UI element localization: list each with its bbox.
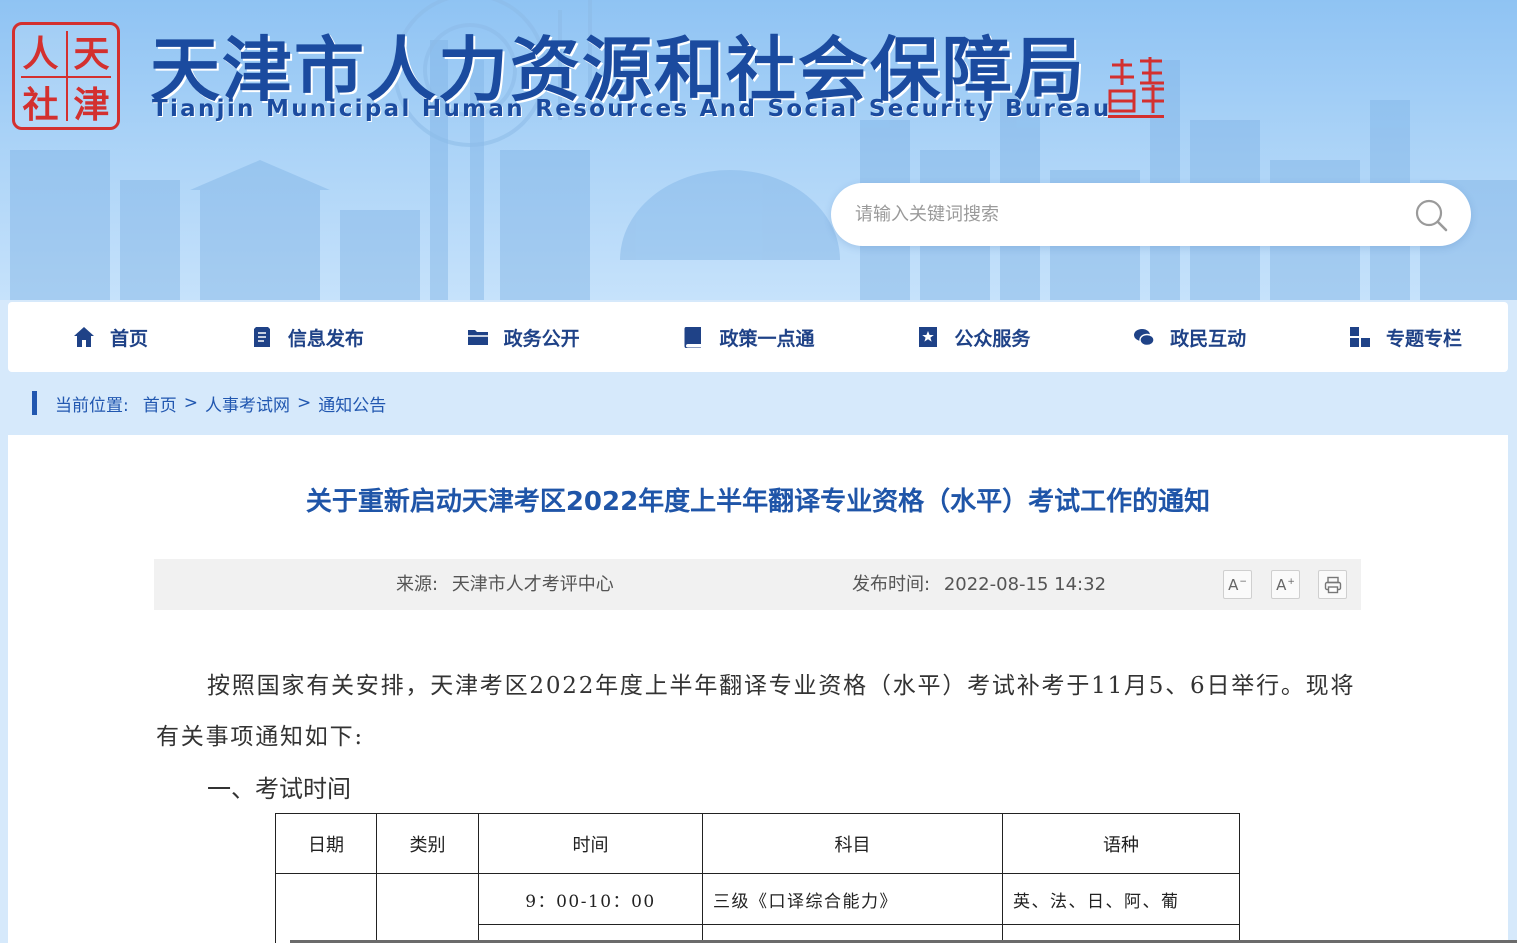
nav-item-label: 信息发布 <box>287 327 364 350</box>
breadcrumb: 当前位置: 首页 > 人事考试网 > 通知公告 <box>32 390 386 416</box>
table-header-category: 类别 <box>376 813 479 874</box>
table-header-time: 时间 <box>478 813 703 874</box>
breadcrumb-label: 当前位置: <box>55 395 129 416</box>
main-nav: 首页 信息发布 政务公开 政策一点通 公众服务 政民互动 专题专栏 <box>8 302 1508 372</box>
home-icon <box>74 327 94 347</box>
nav-item-home[interactable]: 首页 <box>72 324 148 351</box>
print-icon <box>1324 576 1341 593</box>
article-title: 关于重新启动天津考区2022年度上半年翻译专业资格（水平）考试工作的通知 <box>305 487 1211 517</box>
nav-item-label: 公众服务 <box>954 327 1031 350</box>
print-button[interactable] <box>1318 570 1347 599</box>
article-meta-bar: 来源: 天津市人才考评中心 发布时间: 2022-08-15 14:32 A− … <box>154 559 1361 610</box>
breadcrumb-separator: > <box>296 393 312 413</box>
publish-time-value: 2022-08-15 14:32 <box>943 574 1107 595</box>
nav-item-special-topics[interactable]: 专题专栏 <box>1348 324 1462 351</box>
nav-item-news[interactable]: 信息发布 <box>250 324 364 351</box>
article-publish-time: 发布时间: 2022-08-15 14:32 <box>852 559 1106 610</box>
font-decrease-icon: A− <box>1228 575 1247 594</box>
exam-schedule-table: 日期 类别 时间 科目 语种 9：00-10：00 三级《口译综合能力》 英、法… <box>275 813 1240 943</box>
table-header-language: 语种 <box>1002 813 1240 874</box>
article-panel: 关于重新启动天津考区2022年度上半年翻译专业资格（水平）考试工作的通知 来源:… <box>8 435 1508 943</box>
nav-item-label: 政民互动 <box>1170 327 1247 350</box>
table-row: 9：00-10：00 三级《口译综合能力》 英、法、日、阿、葡 <box>275 873 1240 943</box>
font-increase-icon: A+ <box>1276 575 1295 594</box>
breadcrumb-link-notices[interactable]: 通知公告 <box>318 391 386 416</box>
table-cell-date <box>275 873 377 943</box>
section-heading-exam-time: 一、考试时间 <box>207 775 351 803</box>
table-cell-category <box>376 873 479 943</box>
seal-char: 社 <box>22 83 59 126</box>
nav-item-interaction[interactable]: 政民互动 <box>1132 324 1246 351</box>
search-icon[interactable] <box>1413 197 1449 233</box>
site-subtitle: Tianjin Municipal Human Resources And So… <box>152 96 1112 122</box>
source-value: 天津市人才考评中心 <box>451 574 614 595</box>
star-bookmark-icon <box>919 327 938 347</box>
table-cell-language: 英、法、日、阿、葡 <box>1002 873 1240 925</box>
table-cell-subject: 三级《口译综合能力》 <box>702 873 1003 925</box>
table-cell-time: 9：00-10：00 <box>478 873 703 925</box>
breadcrumb-marker <box>32 391 37 415</box>
bureau-seal-logo[interactable]: 人 天 社 津 <box>12 22 120 130</box>
font-increase-button[interactable]: A+ <box>1271 570 1300 599</box>
nav-item-open-government[interactable]: 政务公开 <box>466 324 580 351</box>
breadcrumb-link-home[interactable]: 首页 <box>143 391 177 416</box>
nav-item-label: 政策一点通 <box>719 327 815 350</box>
article-intro-paragraph: 按照国家有关安排，天津考区2022年度上半年翻译专业资格（水平）考试补考于11月… <box>156 673 1356 750</box>
breadcrumb-link-exam-site[interactable]: 人事考试网 <box>205 391 290 416</box>
grid-icon <box>1349 325 1372 347</box>
site-header: 人 天 社 津 天津市人力资源和社会保障局 Tianjin Municipal … <box>0 0 1517 300</box>
breadcrumb-separator: > <box>183 393 198 413</box>
table-header-row: 日期 类别 时间 科目 语种 <box>275 813 1240 874</box>
font-decrease-button[interactable]: A− <box>1223 570 1252 599</box>
search-input[interactable] <box>855 183 1395 246</box>
table-header-subject: 科目 <box>702 813 1003 874</box>
article-source: 来源: 天津市人才考评中心 <box>396 559 614 610</box>
nav-item-public-service[interactable]: 公众服务 <box>916 324 1030 351</box>
table-header-date: 日期 <box>275 813 377 874</box>
seal-char: 人 <box>22 32 59 75</box>
nav-item-label: 政务公开 <box>503 327 580 350</box>
nav-item-label: 首页 <box>110 327 149 350</box>
book-icon <box>684 327 702 348</box>
seal-char: 津 <box>73 83 110 126</box>
source-label: 来源: <box>396 574 439 595</box>
publish-time-label: 发布时间: <box>852 574 931 595</box>
nav-item-label: 专题专栏 <box>1385 327 1462 350</box>
search-box <box>831 183 1471 246</box>
folder-icon <box>467 330 488 345</box>
chat-icon <box>1134 329 1155 347</box>
document-icon <box>253 327 270 347</box>
nav-item-policy[interactable]: 政策一点通 <box>681 324 815 351</box>
tianjin-city-logo <box>1108 57 1164 118</box>
seal-char: 天 <box>73 32 110 75</box>
